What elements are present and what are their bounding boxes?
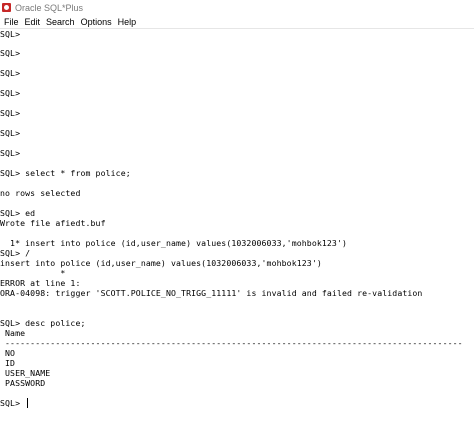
- console-line: ----------------------------------------…: [0, 338, 463, 348]
- console-line: SQL>: [0, 48, 21, 58]
- console-line: no rows selected: [0, 188, 81, 198]
- console-line: SQL>: [0, 128, 21, 138]
- window-title: Oracle SQL*Plus: [15, 2, 84, 13]
- text-cursor: [27, 398, 28, 408]
- console-line: 1* insert into police (id,user_name) val…: [0, 238, 348, 248]
- title-bar: Oracle SQL*Plus: [0, 0, 474, 15]
- menu-edit[interactable]: Edit: [22, 17, 44, 27]
- console-line: SQL>: [0, 68, 21, 78]
- console-line: SQL>: [0, 29, 21, 39]
- console-line: SQL>: [0, 148, 21, 158]
- menu-file[interactable]: File: [0, 17, 22, 27]
- console-line: PASSWORD: [0, 378, 46, 388]
- oracle-sqlplus-icon: [2, 3, 11, 12]
- menu-options[interactable]: Options: [78, 17, 115, 27]
- console-line: SQL> select * from police;: [0, 168, 131, 178]
- menu-bar: File Edit Search Options Help: [0, 15, 474, 29]
- console-line: Wrote file afiedt.buf: [0, 218, 106, 228]
- console-line: ORA-04098: trigger 'SCOTT.POLICE_NO_TRIG…: [0, 288, 423, 298]
- sqlplus-console[interactable]: SQL> SQL> SQL> SQL> SQL> SQL> SQL> SQL> …: [0, 29, 474, 424]
- console-prompt-line: SQL>: [0, 398, 21, 408]
- console-line: SQL>: [0, 88, 21, 98]
- console-line: SQL>: [0, 108, 21, 118]
- menu-help[interactable]: Help: [115, 17, 140, 27]
- menu-search[interactable]: Search: [43, 17, 78, 27]
